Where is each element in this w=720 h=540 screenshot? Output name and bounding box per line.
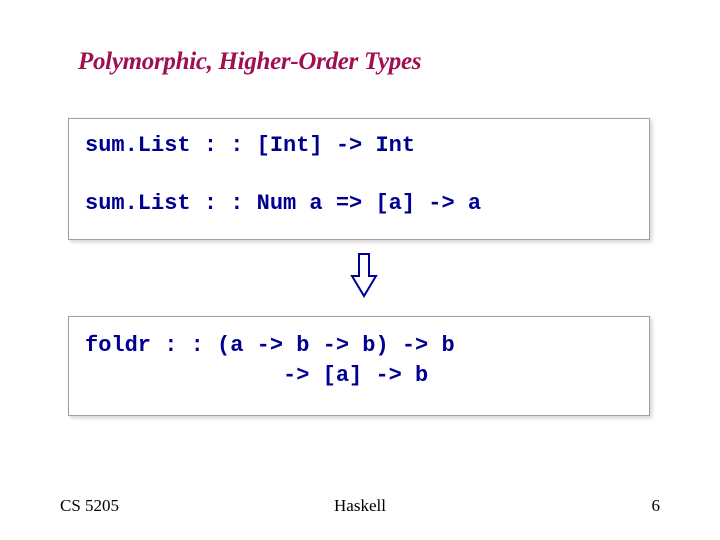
slide: Polymorphic, Higher-Order Types sum.List… (0, 0, 720, 540)
code-line: sum.List : : Num a => [a] -> a (85, 189, 633, 219)
code-box-top: sum.List : : [Int] -> Int sum.List : : N… (68, 118, 650, 240)
spacer (85, 161, 633, 189)
code-line: sum.List : : [Int] -> Int (85, 131, 633, 161)
footer: CS 5205 Haskell 6 (0, 496, 720, 516)
code-line: -> [a] -> b (85, 361, 633, 391)
down-arrow-icon (350, 252, 378, 298)
footer-right: 6 (652, 496, 661, 516)
slide-title: Polymorphic, Higher-Order Types (78, 48, 421, 76)
code-box-bottom: foldr : : (a -> b -> b) -> b -> [a] -> b (68, 316, 650, 416)
footer-left: CS 5205 (60, 496, 119, 516)
code-line: foldr : : (a -> b -> b) -> b (85, 331, 633, 361)
